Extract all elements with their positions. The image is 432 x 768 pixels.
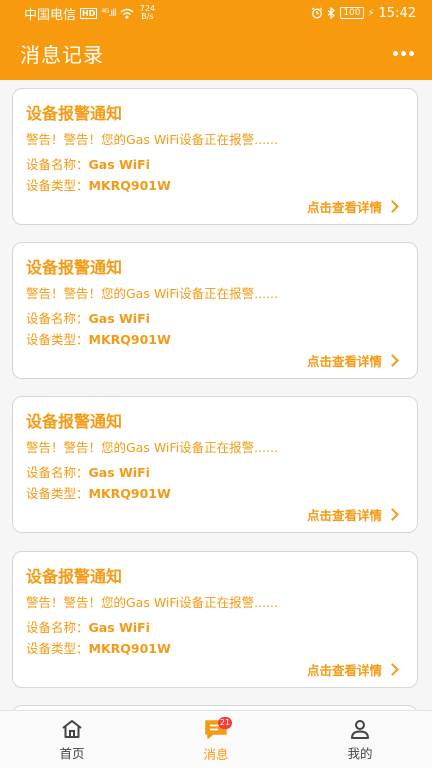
message-warning: 警告！警告！您的Gas WiFi设备正在报警...... bbox=[26, 286, 278, 301]
message-title: 设备报警通知 bbox=[26, 104, 123, 123]
message-list[interactable]: 设备报警通知 警告！警告！您的Gas WiFi设备正在报警...... 设备名称… bbox=[0, 80, 432, 710]
device-type-row: 设备类型：MKRQ901W bbox=[26, 483, 171, 502]
device-name-label: 设备名称： bbox=[26, 157, 89, 172]
message-title: 设备报警通知 bbox=[26, 258, 123, 277]
message-title: 设备报警通知 bbox=[26, 412, 123, 431]
alarm-icon bbox=[311, 7, 323, 19]
status-left: 中国电信 HD ⁴ᴳ.ıll 724 B/s bbox=[24, 4, 155, 23]
chevron-right-icon bbox=[386, 354, 399, 367]
device-name-value: Gas WiFi bbox=[88, 465, 150, 480]
battery-icon: 100 bbox=[340, 7, 364, 19]
status-right: 100 ⚡ 15:42 bbox=[311, 6, 416, 21]
message-warning: 警告！警告！您的Gas WiFi设备正在报警...... bbox=[26, 440, 278, 455]
tab-home[interactable]: 首页 bbox=[0, 711, 144, 768]
carrier-label: 中国电信 bbox=[24, 7, 77, 23]
device-type-value: MKRQ901W bbox=[88, 641, 171, 656]
more-dot bbox=[409, 50, 414, 56]
charging-icon: ⚡ bbox=[367, 7, 375, 19]
device-type-label: 设备类型： bbox=[26, 641, 89, 656]
more-dot bbox=[401, 50, 406, 56]
device-name-label: 设备名称： bbox=[26, 311, 89, 326]
chevron-right-icon bbox=[386, 508, 399, 521]
device-type-value: MKRQ901W bbox=[88, 178, 171, 193]
bottom-tab-bar: 首页 21 消息 我的 bbox=[0, 710, 432, 768]
tab-messages[interactable]: 21 消息 bbox=[144, 711, 288, 768]
chevron-right-icon bbox=[386, 200, 399, 213]
device-name-row: 设备名称：Gas WiFi bbox=[26, 462, 150, 481]
hd-icon: HD bbox=[80, 7, 98, 19]
bluetooth-icon bbox=[327, 7, 336, 19]
device-type-row: 设备类型：MKRQ901W bbox=[26, 175, 171, 194]
device-name-row: 设备名称：Gas WiFi bbox=[26, 154, 150, 173]
tab-home-label: 首页 bbox=[59, 746, 85, 761]
message-warning: 警告！警告！您的Gas WiFi设备正在报警...... bbox=[26, 132, 278, 147]
wifi-icon bbox=[120, 8, 134, 18]
view-details-label: 点击查看详情 bbox=[306, 508, 382, 523]
message-card[interactable]: 设备报警通知 警告！警告！您的Gas WiFi设备正在报警...... 设备名称… bbox=[12, 551, 418, 688]
more-options-icon[interactable] bbox=[393, 45, 414, 62]
device-type-row: 设备类型：MKRQ901W bbox=[26, 329, 171, 348]
tab-messages-label: 消息 bbox=[203, 747, 229, 762]
message-card[interactable]: 设备报警通知 警告！警告！您的Gas WiFi设备正在报警...... 设备名称… bbox=[12, 88, 418, 225]
net-speed: 724 B/s bbox=[140, 5, 155, 21]
tab-mine-label: 我的 bbox=[347, 746, 373, 761]
view-details-link[interactable]: 点击查看详情 bbox=[306, 197, 399, 216]
device-type-value: MKRQ901W bbox=[88, 486, 171, 501]
device-name-value: Gas WiFi bbox=[88, 157, 150, 172]
device-type-label: 设备类型： bbox=[26, 486, 89, 501]
page-title: 消息记录 bbox=[20, 42, 104, 67]
view-details-label: 点击查看详情 bbox=[306, 663, 382, 678]
device-name-value: Gas WiFi bbox=[88, 311, 150, 326]
message-title: 设备报警通知 bbox=[26, 567, 123, 586]
tab-mine[interactable]: 我的 bbox=[288, 711, 432, 768]
unread-badge: 21 bbox=[218, 717, 232, 729]
device-name-row: 设备名称：Gas WiFi bbox=[26, 308, 150, 327]
view-details-label: 点击查看详情 bbox=[306, 354, 382, 369]
message-card[interactable]: 设备报警通知 警告！警告！您的Gas WiFi设备正在报警...... 设备名称… bbox=[12, 242, 418, 379]
device-type-label: 设备类型： bbox=[26, 178, 89, 193]
view-details-link[interactable]: 点击查看详情 bbox=[306, 505, 399, 524]
view-details-link[interactable]: 点击查看详情 bbox=[306, 351, 399, 370]
device-name-label: 设备名称： bbox=[26, 465, 89, 480]
clock: 15:42 bbox=[378, 5, 416, 21]
message-card[interactable]: 设备报警通知 警告！警告！您的Gas WiFi设备正在报警...... 设备名称… bbox=[12, 396, 418, 533]
view-details-link[interactable]: 点击查看详情 bbox=[306, 660, 399, 679]
app-bar: 消息记录 bbox=[0, 26, 432, 80]
device-name-row: 设备名称：Gas WiFi bbox=[26, 617, 150, 636]
chevron-right-icon bbox=[386, 663, 399, 676]
home-icon bbox=[62, 720, 82, 738]
more-dot bbox=[393, 50, 398, 56]
net-speed-unit: B/s bbox=[141, 12, 154, 21]
status-bar: 中国电信 HD ⁴ᴳ.ıll 724 B/s 100 ⚡ 15:42 bbox=[0, 0, 432, 26]
device-type-value: MKRQ901W bbox=[88, 332, 171, 347]
view-details-label: 点击查看详情 bbox=[306, 200, 382, 215]
signal-icon: ⁴ᴳ.ıll bbox=[101, 7, 116, 19]
person-icon bbox=[351, 720, 369, 739]
device-type-row: 设备类型：MKRQ901W bbox=[26, 638, 171, 657]
device-name-value: Gas WiFi bbox=[88, 620, 150, 635]
device-name-label: 设备名称： bbox=[26, 620, 89, 635]
message-warning: 警告！警告！您的Gas WiFi设备正在报警...... bbox=[26, 595, 278, 610]
device-type-label: 设备类型： bbox=[26, 332, 89, 347]
